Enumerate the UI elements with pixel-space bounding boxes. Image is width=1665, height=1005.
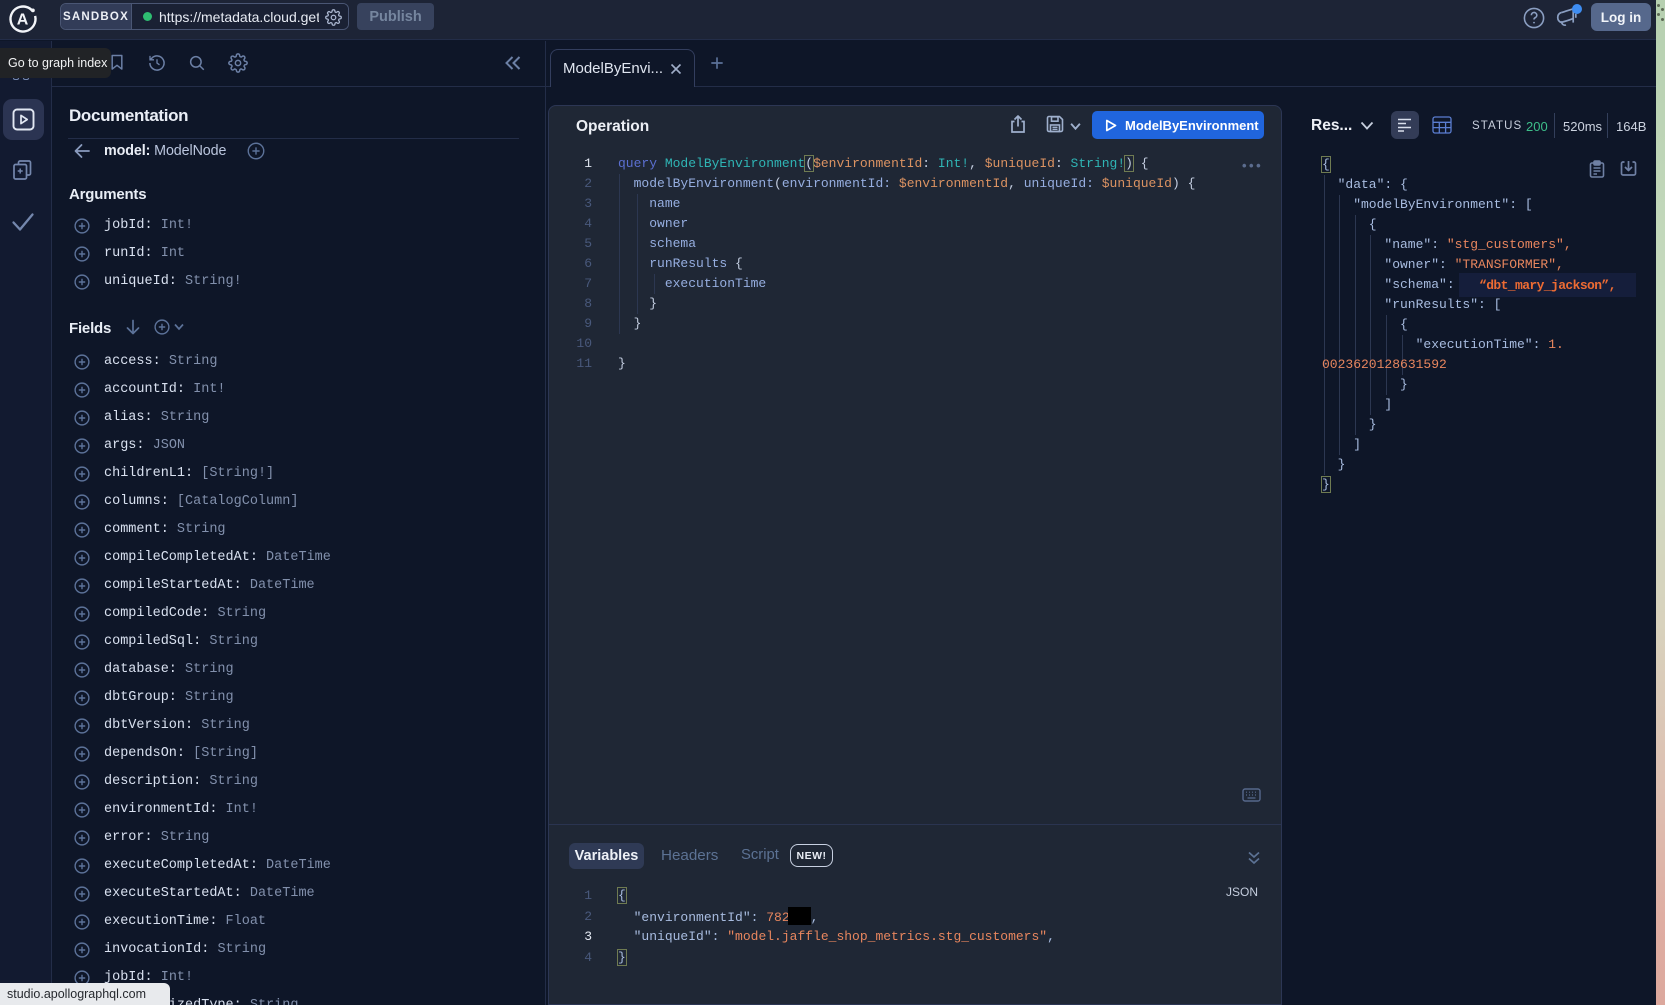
svg-text:A: A bbox=[17, 12, 29, 29]
